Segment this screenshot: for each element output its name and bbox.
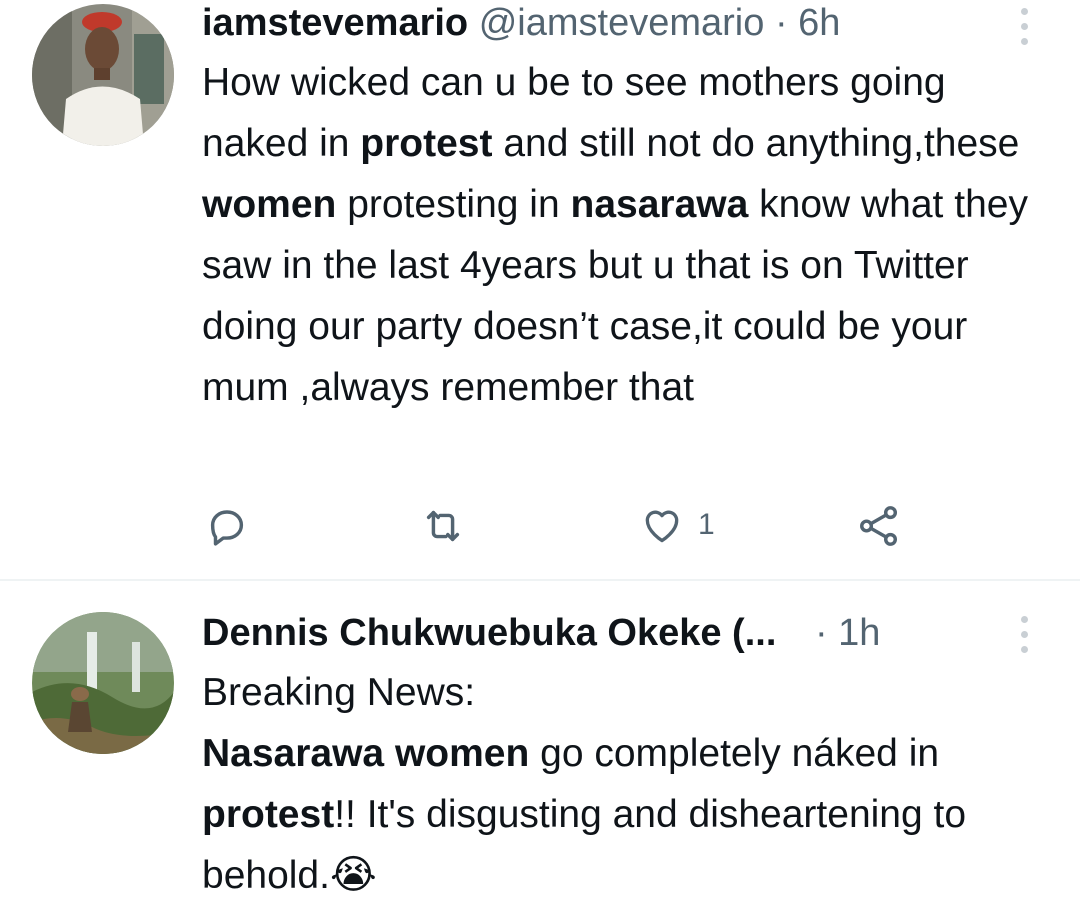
tweet-text: How wicked can u be to see mothers going… [202,61,1028,409]
reply-button[interactable] [204,503,250,549]
crying-emoji: 😭 [329,852,377,898]
heart-icon [645,510,679,543]
author-name[interactable]: iamstevemario [202,2,468,44]
reply-icon [210,510,244,546]
tweet-time[interactable]: 6h [798,2,840,44]
tweet-header: Dennis Chukwuebuka Okeke (... · 1h [202,610,980,656]
retweet-button[interactable] [420,503,466,549]
author-name[interactable]: Dennis Chukwuebuka Okeke (... [202,612,776,654]
avatar[interactable] [32,4,174,146]
share-icon [860,506,898,546]
tweet-2[interactable]: Dennis Chukwuebuka Okeke (... · 1h Break… [0,582,1080,924]
tweet-1[interactable]: iamstevemario @iamstevemario · 6h How wi… [0,0,1080,580]
share-button[interactable] [856,503,902,549]
tweet-header: iamstevemario @iamstevemario · 6h [202,0,980,46]
separator-dot: · [814,612,828,654]
author-handle[interactable]: @iamstevemario [479,2,765,44]
tweet-time[interactable]: 1h [838,612,880,654]
more-vertical-icon[interactable] [1018,8,1030,45]
tweet-divider [0,579,1080,581]
more-vertical-icon[interactable] [1018,616,1030,653]
avatar[interactable] [32,612,174,754]
retweet-icon [426,510,460,542]
separator-dot: · [774,2,788,44]
like-count: 1 [698,508,715,541]
like-button[interactable]: 1 [640,503,715,547]
tweet-text: Breaking News: Nasarawa women go complet… [202,671,967,898]
